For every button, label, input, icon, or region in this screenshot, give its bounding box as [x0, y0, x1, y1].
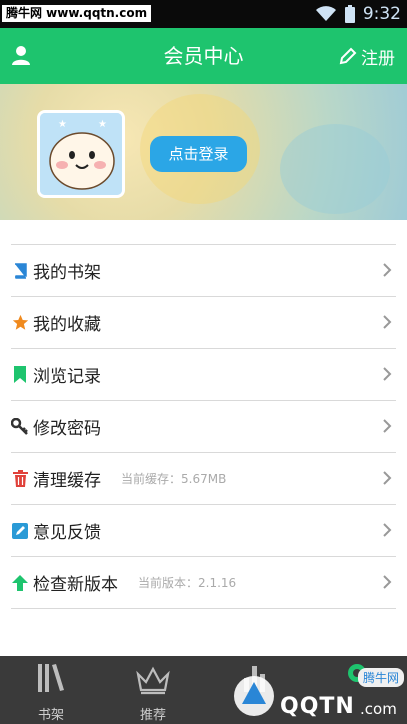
menu-item-label: 检查新版本	[33, 575, 118, 595]
chevron-right-icon	[383, 263, 392, 277]
menu-item-feedback[interactable]: 意见反馈	[11, 505, 396, 557]
version-text: 当前版本：2.1.16	[138, 576, 237, 590]
watermark-text: 腾牛网 www.qqtn.com	[2, 5, 152, 22]
svg-text:★: ★	[58, 119, 67, 130]
avatar[interactable]: ★ ★	[37, 110, 125, 198]
menu-item-label: 浏览记录	[33, 367, 101, 387]
menu-item-label: 修改密码	[33, 419, 101, 439]
register-label: 注册	[361, 48, 395, 69]
pencil-icon	[339, 47, 357, 65]
menu-item-favorites[interactable]: 我的收藏	[11, 297, 396, 349]
status-bar: 腾牛网 www.qqtn.com 9:32	[0, 0, 407, 28]
app-header: 会员中心 注册	[0, 28, 407, 84]
edit-icon	[11, 522, 29, 540]
books-icon	[38, 664, 64, 692]
qqtn-brand-text: QQTN	[280, 694, 355, 719]
tab-bookshelf[interactable]: 书架	[0, 656, 102, 724]
trash-icon	[11, 470, 29, 488]
menu-list: 我的书架 我的收藏 浏览记录 修改密码 清理缓存 当前缓存：5.67MB 意见反…	[11, 244, 396, 609]
menu-item-label: 我的收藏	[33, 315, 101, 335]
chevron-right-icon	[383, 367, 392, 381]
register-button[interactable]: 注册	[339, 28, 395, 84]
status-clock: 9:32	[362, 4, 401, 24]
bookmark-icon	[11, 366, 29, 384]
qqtn-watermark: QQTN .com 腾牛网	[228, 664, 407, 724]
tab-label: 推荐	[139, 708, 166, 723]
tab-label: 书架	[37, 708, 64, 723]
chevron-right-icon	[383, 471, 392, 485]
arrow-up-icon	[11, 574, 29, 592]
menu-item-change-password[interactable]: 修改密码	[11, 401, 396, 453]
menu-item-check-update[interactable]: 检查新版本 当前版本：2.1.16	[11, 557, 396, 609]
chevron-right-icon	[383, 315, 392, 329]
wifi-icon	[315, 6, 336, 21]
book-icon	[11, 262, 29, 280]
chevron-right-icon	[383, 575, 392, 589]
tab-recommend[interactable]: 推荐	[102, 656, 204, 724]
star-icon	[11, 314, 29, 332]
battery-icon	[344, 5, 355, 23]
svg-text:★: ★	[98, 119, 107, 130]
menu-item-clear-cache[interactable]: 清理缓存 当前缓存：5.67MB	[11, 453, 396, 505]
key-icon	[11, 417, 29, 436]
crown-icon	[136, 666, 170, 695]
menu-item-bookshelf[interactable]: 我的书架	[11, 245, 396, 297]
menu-item-history[interactable]: 浏览记录	[11, 349, 396, 401]
menu-item-label: 我的书架	[33, 263, 101, 283]
menu-item-label: 意见反馈	[33, 523, 101, 543]
qqtn-domain-text: .com	[360, 700, 397, 718]
login-button[interactable]: 点击登录	[150, 136, 247, 172]
avatar-face-icon: ★ ★	[40, 113, 122, 195]
cache-size-text: 当前缓存：5.67MB	[121, 472, 227, 486]
menu-item-label: 清理缓存	[33, 471, 101, 491]
chevron-right-icon	[383, 523, 392, 537]
qqtn-site-badge: 腾牛网	[358, 668, 405, 687]
chevron-right-icon	[383, 419, 392, 433]
